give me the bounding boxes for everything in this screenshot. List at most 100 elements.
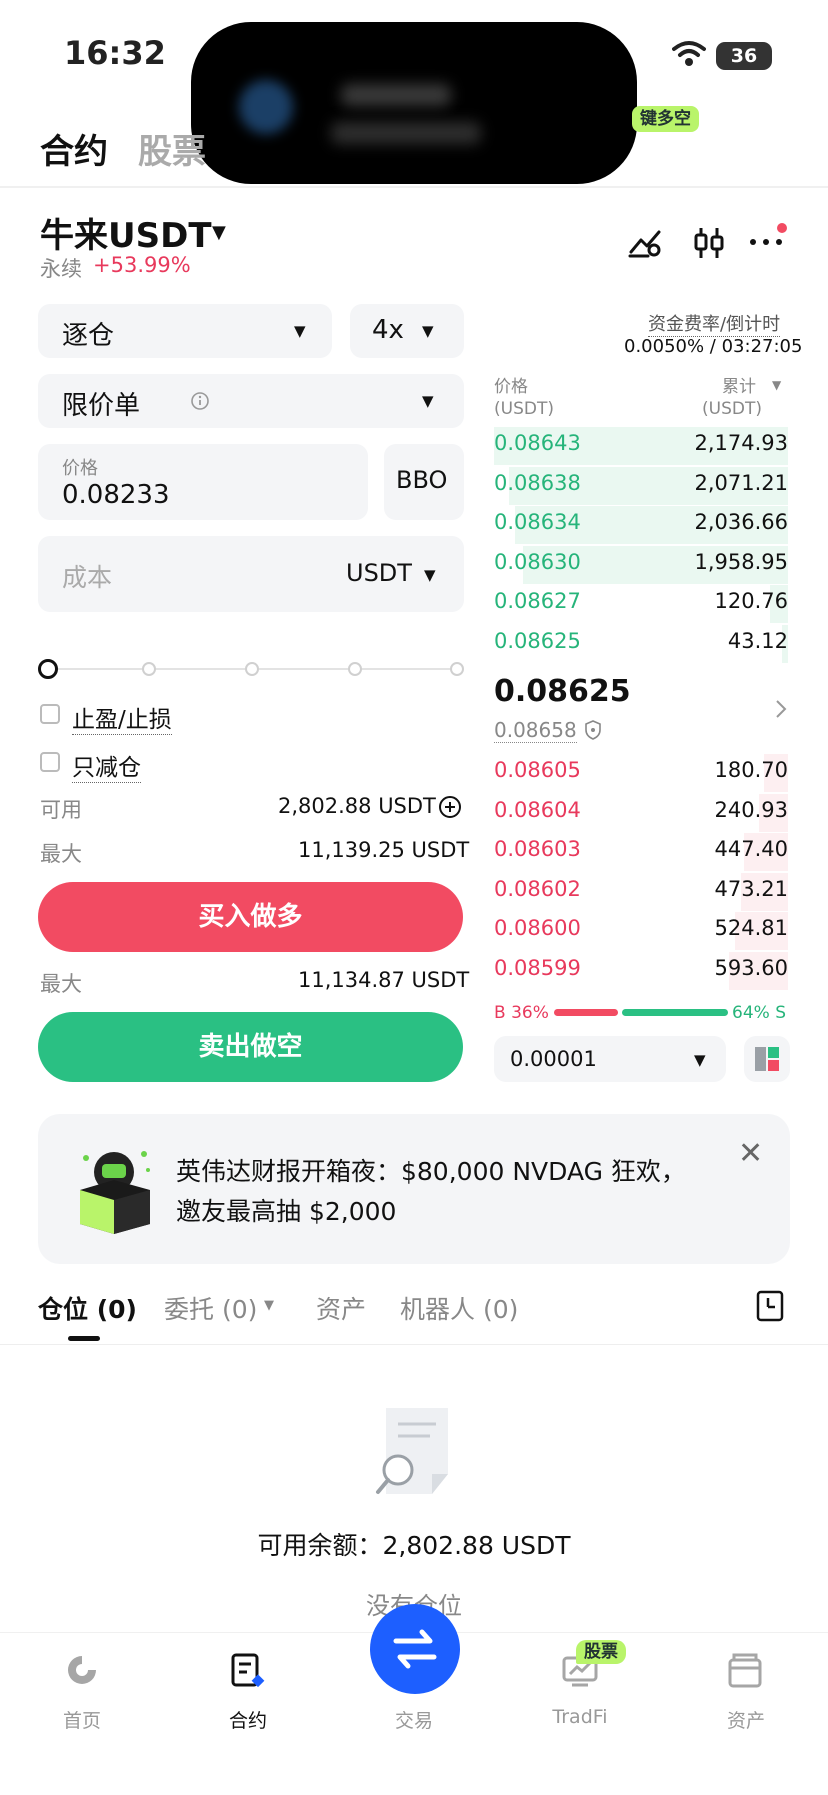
sell-ratio: 64% S	[732, 1003, 786, 1023]
caret-down-icon: ▼	[422, 322, 434, 340]
precision-select[interactable]: 0.00001 ▼	[494, 1036, 726, 1082]
orderbook-price: 0.08630	[494, 549, 581, 574]
orderbook-row[interactable]: 0.08625 43.12	[494, 624, 788, 663]
info-icon[interactable]	[190, 391, 210, 411]
orderbook-row[interactable]: 0.08627 120.76	[494, 585, 788, 623]
notification-title-blurred	[341, 84, 451, 106]
orderbook-total: 1,958.95	[694, 549, 788, 574]
cost-placeholder: 成本	[62, 563, 113, 592]
orderbook-row[interactable]: 0.08600 524.81	[494, 912, 788, 950]
orderbook-total: 473.21	[714, 876, 788, 901]
mascot-box-icon	[80, 1151, 150, 1234]
orderbook-total: 593.60	[714, 955, 788, 980]
orderbook-row[interactable]: 0.08630 1,958.95	[494, 545, 788, 584]
orderbook-row[interactable]: 0.08604 240.93	[494, 793, 788, 832]
price-input[interactable]: 价格 0.08233	[38, 444, 368, 520]
price-input-value: 0.08233	[62, 480, 170, 510]
tab-assets[interactable]: 资产	[316, 1290, 366, 1326]
margin-mode-select[interactable]: 逐仓 ▼	[38, 304, 332, 358]
nav-contract[interactable]: 合约	[188, 1706, 308, 1733]
price-alert-icon[interactable]	[628, 226, 664, 258]
slider-stop-75[interactable]	[348, 662, 362, 676]
cost-unit-select[interactable]: USDT	[346, 559, 412, 587]
more-menu-icon[interactable]	[748, 222, 790, 258]
slider-stop-100[interactable]	[450, 662, 464, 676]
bbo-label: BBO	[396, 466, 448, 494]
home-icon[interactable]	[64, 1652, 100, 1688]
price-column-unit: (USDT)	[494, 399, 554, 419]
caret-down-icon: ▼	[694, 1051, 706, 1069]
tab-contract[interactable]: 合约	[40, 124, 108, 173]
tab-bots[interactable]: 机器人 (0)	[400, 1290, 518, 1326]
nav-home[interactable]: 首页	[22, 1706, 142, 1733]
slider-stop-25[interactable]	[142, 662, 156, 676]
candlestick-chart-icon[interactable]	[692, 226, 726, 260]
orderbook-price: 0.08599	[494, 955, 581, 980]
price-column-header: 价格	[494, 377, 528, 397]
total-column-unit: (USDT)	[702, 399, 762, 419]
orderbook-total: 240.93	[714, 797, 788, 822]
caret-down-icon: ▼	[294, 322, 306, 340]
orderbook-total: 524.81	[714, 916, 788, 940]
precision-value: 0.00001	[510, 1047, 597, 1071]
shield-icon	[585, 720, 601, 740]
chevron-right-icon[interactable]	[774, 698, 788, 720]
orderbook-row[interactable]: 0.08634 2,036.66	[494, 506, 788, 544]
orderbook-row[interactable]: 0.08603 447.40	[494, 833, 788, 871]
orderbook-layout-button[interactable]	[744, 1036, 790, 1082]
sell-short-button[interactable]: 卖出做空	[38, 1012, 463, 1082]
status-time: 16:32	[64, 34, 166, 72]
nav-tradfi[interactable]: TradFi	[520, 1706, 640, 1728]
tab-stocks[interactable]: 股票	[138, 124, 206, 173]
close-icon[interactable]: ✕	[738, 1136, 763, 1171]
slider-stop-50[interactable]	[245, 662, 259, 676]
caret-down-icon: ▼	[424, 566, 436, 584]
orderbook-total: 2,071.21	[694, 470, 788, 495]
order-type-value: 限价单	[62, 391, 141, 421]
one-click-badge[interactable]: 键多空	[632, 106, 699, 132]
orderbook-total: 447.40	[714, 837, 788, 861]
caret-down-icon[interactable]: ▼	[772, 378, 781, 392]
transfer-add-icon[interactable]	[438, 795, 462, 819]
symbol-selector[interactable]: 牛来USDT	[40, 208, 212, 257]
layout-icon	[755, 1047, 779, 1071]
orderbook-price: 0.08625	[494, 628, 581, 653]
orderbook-row[interactable]: 0.08599 593.60	[494, 951, 788, 990]
orderbook-price: 0.08604	[494, 797, 581, 822]
trade-button[interactable]	[370, 1604, 460, 1694]
tab-orders[interactable]: 委托 (0)	[164, 1290, 257, 1326]
orderbook-price: 0.08602	[494, 876, 581, 901]
orderbook-total: 120.76	[714, 589, 788, 613]
contract-icon[interactable]	[230, 1652, 266, 1688]
tab-positions[interactable]: 仓位 (0)	[38, 1290, 137, 1326]
tp-sl-label[interactable]: 止盈/止损	[72, 700, 172, 735]
buy-ratio-bar	[554, 1009, 618, 1016]
mark-price[interactable]: 0.08658	[494, 718, 577, 743]
dynamic-island-notification[interactable]	[191, 22, 637, 184]
orderbook-total: 180.70	[714, 758, 788, 782]
orderbook-row[interactable]: 0.08602 473.21	[494, 872, 788, 911]
reduce-only-label[interactable]: 只减仓	[72, 748, 141, 783]
orderbook-row[interactable]: 0.08643 2,174.93	[494, 427, 788, 465]
nav-assets[interactable]: 资产	[686, 1706, 806, 1733]
leverage-select[interactable]: 4x ▼	[350, 304, 464, 358]
orderbook-price: 0.08638	[494, 470, 581, 495]
bbo-button[interactable]: BBO	[384, 444, 464, 520]
orderbook-row[interactable]: 0.08638 2,071.21	[494, 466, 788, 505]
caret-down-icon[interactable]: ▼	[212, 222, 226, 243]
history-icon[interactable]	[756, 1290, 784, 1322]
swap-arrows-icon	[393, 1629, 437, 1669]
tp-sl-checkbox[interactable]	[40, 704, 60, 724]
max-buy-value: 11,139.25 USDT	[298, 838, 470, 862]
wallet-icon[interactable]	[728, 1652, 762, 1688]
funding-rate-label[interactable]: 资金费率/倒计时	[648, 310, 781, 337]
amount-slider-knob[interactable]	[38, 659, 58, 679]
caret-down-icon[interactable]: ▼	[264, 1298, 274, 1313]
reduce-only-checkbox[interactable]	[40, 752, 60, 772]
buy-long-button[interactable]: 买入做多	[38, 882, 463, 952]
orderbook-row[interactable]: 0.08605 180.70	[494, 754, 788, 792]
order-type-select[interactable]: 限价单 ▼	[38, 374, 464, 428]
total-column-header[interactable]: 累计	[722, 376, 756, 399]
cost-input[interactable]: 成本 USDT ▼	[38, 536, 464, 612]
nav-trade[interactable]: 交易	[354, 1706, 474, 1733]
